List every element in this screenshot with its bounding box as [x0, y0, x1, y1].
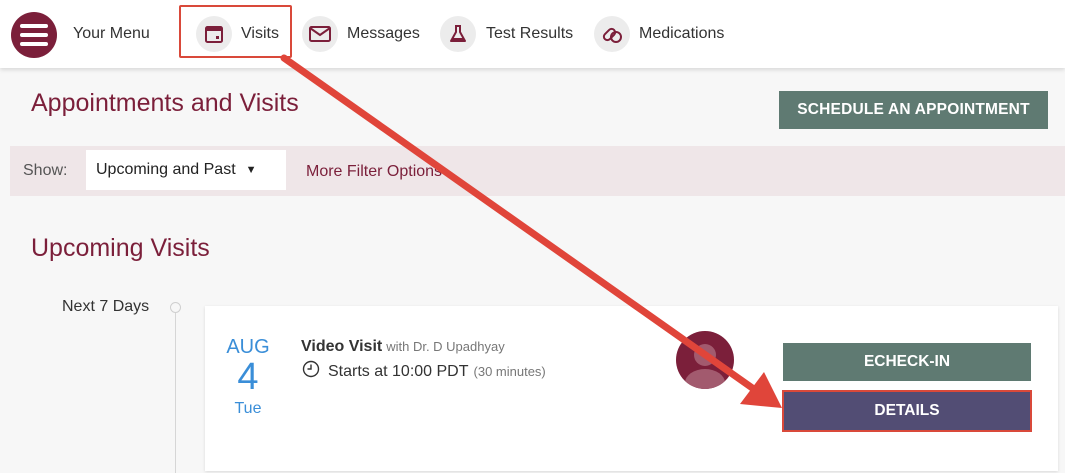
visit-start-time: Starts at 10:00 PDT: [328, 362, 469, 380]
provider-avatar: [676, 331, 734, 389]
echeck-in-button[interactable]: ECHECK-IN: [783, 343, 1031, 381]
nav-item-messages[interactable]: Messages: [347, 25, 420, 43]
show-label: Show:: [23, 162, 68, 179]
caret-down-icon: ▼: [245, 164, 257, 176]
visit-type: Video Visit with Dr. D Upadhyay: [301, 338, 505, 356]
page-title: Appointments and Visits: [31, 89, 299, 117]
show-filter-select[interactable]: Upcoming and Past ▼: [86, 150, 286, 190]
clock-icon: [302, 360, 320, 383]
visit-duration: (30 minutes): [473, 364, 546, 379]
schedule-appointment-button[interactable]: SCHEDULE AN APPOINTMENT: [779, 91, 1048, 129]
envelope-icon[interactable]: [302, 16, 338, 52]
top-navigation: Your Menu Visits Messages Test Results M…: [0, 0, 1065, 68]
flask-icon[interactable]: [440, 16, 476, 52]
visit-type-label: Video Visit: [301, 338, 383, 355]
more-filter-options-link[interactable]: More Filter Options: [306, 163, 442, 181]
timeline-line: [175, 313, 176, 473]
pills-icon[interactable]: [594, 16, 630, 52]
nav-item-medications[interactable]: Medications: [639, 25, 724, 43]
visit-card[interactable]: AUG 4 Tue Video Visit with Dr. D Upadhyay…: [205, 306, 1058, 471]
show-filter-value: Upcoming and Past: [96, 161, 236, 178]
details-button[interactable]: DETAILS: [782, 390, 1032, 432]
upcoming-visits-title: Upcoming Visits: [31, 234, 210, 262]
timeline-label: Next 7 Days: [62, 298, 150, 315]
nav-item-test-results[interactable]: Test Results: [486, 25, 573, 43]
filter-bar: Show: Upcoming and Past ▼ More Filter Op…: [10, 146, 1065, 196]
timeline-dot: [170, 302, 181, 313]
menu-icon[interactable]: [11, 12, 57, 58]
visit-day: 4: [237, 356, 259, 398]
visit-provider: with Dr. D Upadhyay: [386, 339, 505, 354]
your-menu-label[interactable]: Your Menu: [73, 25, 150, 43]
visit-time-row: Starts at 10:00 PDT (30 minutes): [302, 360, 546, 383]
visit-weekday: Tue: [234, 400, 262, 417]
visits-highlight-box: [179, 5, 292, 58]
